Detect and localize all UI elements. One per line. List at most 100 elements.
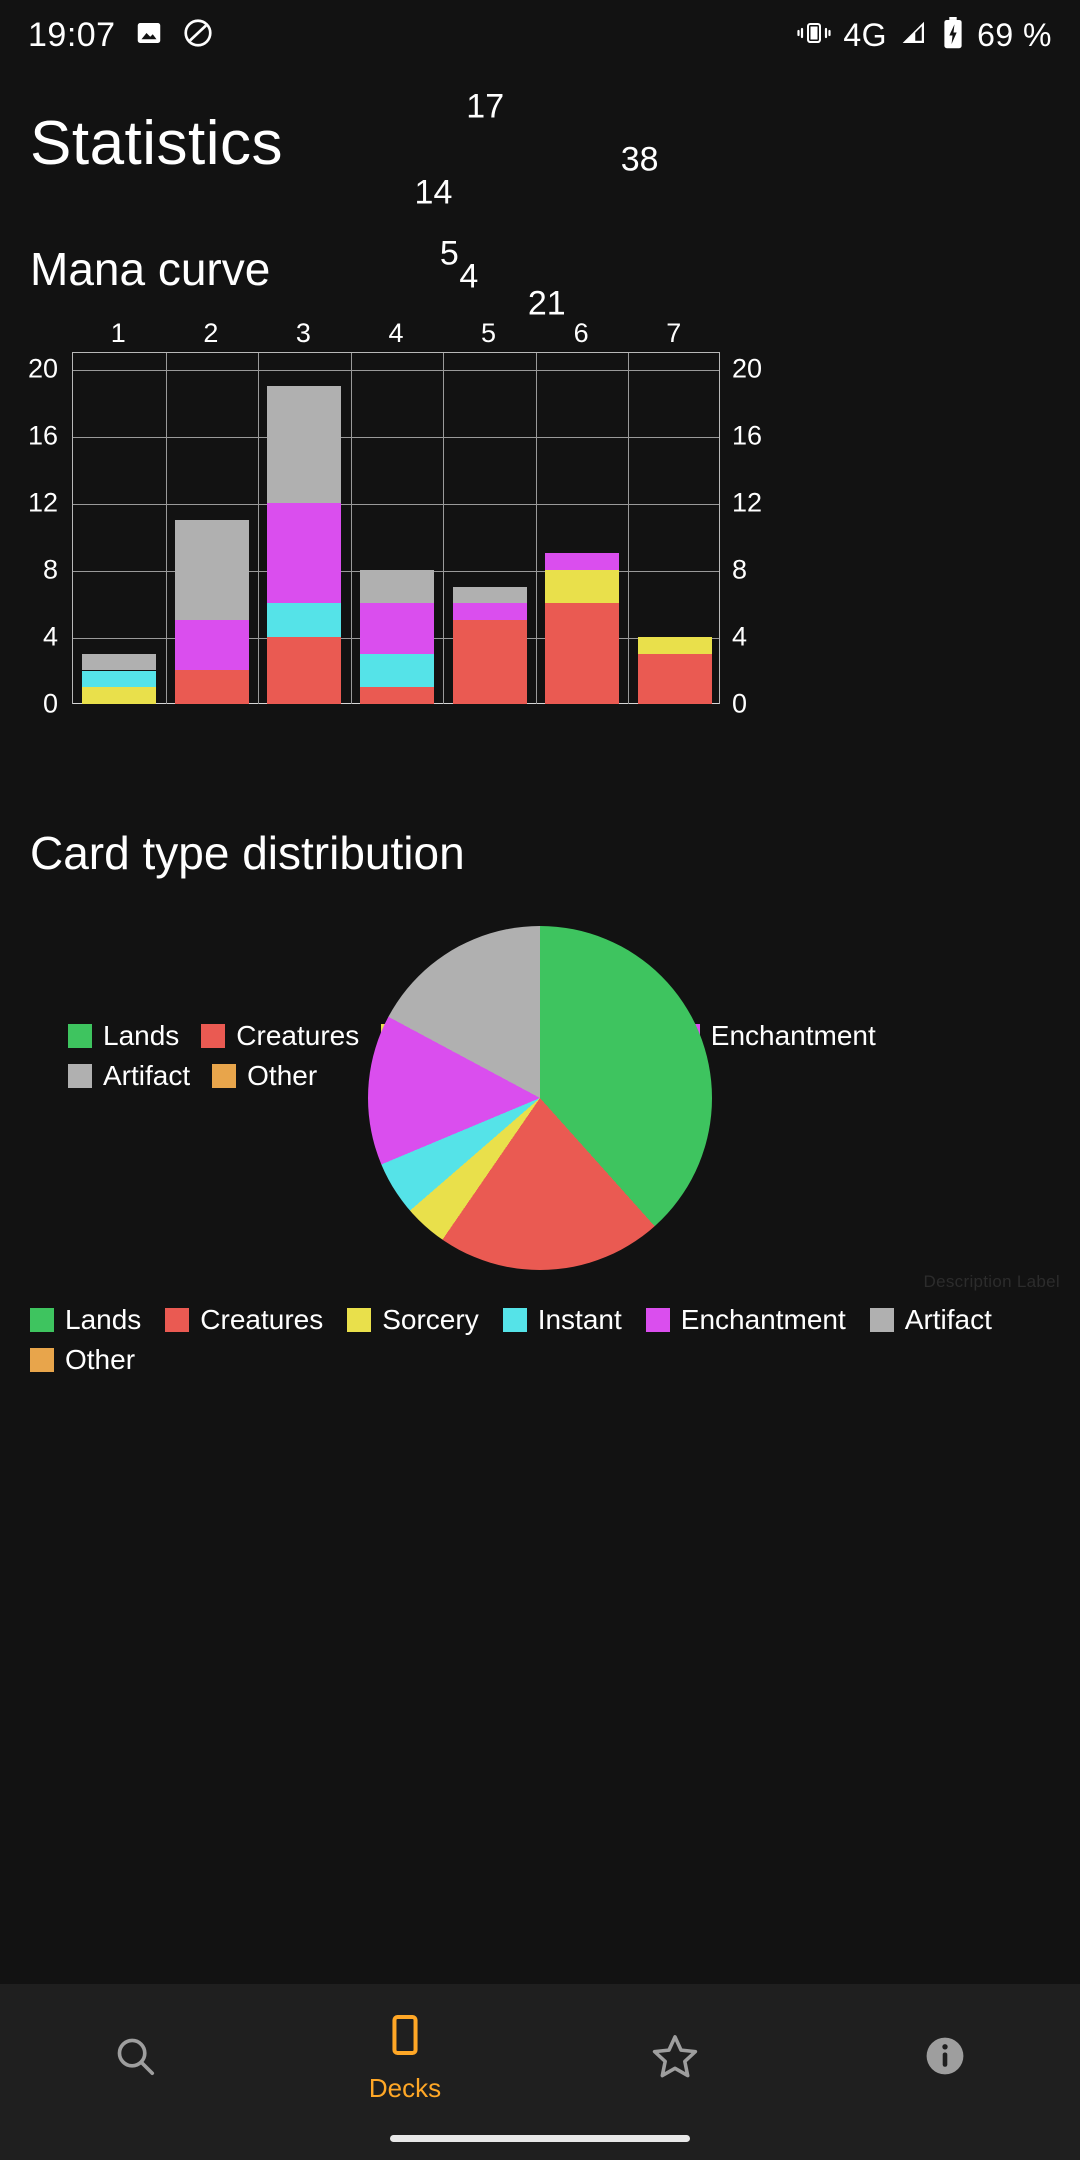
bar-chart-y-tick-label-left: 12: [27, 487, 58, 518]
legend-label: Instant: [537, 1304, 622, 1335]
decks-icon[interactable]: [382, 2012, 428, 2063]
legend-item[interactable]: Enchantment: [645, 1300, 846, 1340]
bar-chart-segment: [545, 603, 620, 704]
legend-swatch: [869, 1308, 894, 1332]
card-type-pie-chart: 38 21 4 5 14 17 Description Label: [0, 87, 1080, 1300]
mana-curve-chart: 1234567 0 4 8 12 16 20 0 4 8 12 16 20: [0, 318, 1080, 738]
legend-swatch: [165, 1308, 190, 1332]
bar-chart-bar[interactable]: [637, 636, 712, 704]
legend-item[interactable]: Lands: [30, 1300, 141, 1340]
bar-chart-y-tick-label-right: 4: [732, 621, 748, 652]
network-type-label: 4G: [843, 16, 888, 53]
bar-chart-segment: [267, 385, 342, 503]
bar-chart-gridline-v: [628, 353, 630, 704]
legend-swatch: [347, 1308, 372, 1332]
bar-chart-segment: [637, 636, 712, 654]
legend-swatch: [502, 1308, 527, 1332]
bar-chart-segment: [174, 670, 249, 704]
bar-chart-segment: [452, 603, 527, 621]
pie-slice-value: 4: [459, 257, 479, 296]
nav-item-decks[interactable]: Decks: [270, 1984, 540, 2114]
bar-chart-bar[interactable]: [82, 653, 157, 704]
info-icon[interactable]: [922, 2033, 968, 2084]
bar-chart-y-tick-label-right: 8: [732, 554, 748, 585]
legend-swatch: [30, 1348, 54, 1372]
pie-description-label: Description Label: [923, 1272, 1060, 1291]
legend-swatch: [30, 1308, 54, 1332]
bar-chart-gridline-v: [165, 353, 167, 704]
bar-chart-gridline-v: [350, 353, 352, 704]
bar-chart-segment: [545, 553, 620, 570]
search-icon[interactable]: [112, 2033, 158, 2084]
pie-graphic[interactable]: [368, 926, 712, 1270]
page-title: Statistics: [30, 109, 284, 178]
nav-item-favorites[interactable]: [540, 1984, 810, 2114]
bar-chart-y-tick-label-right: 0: [732, 688, 748, 719]
bar-chart-segment: [637, 653, 712, 704]
legend-item[interactable]: Other: [30, 1340, 135, 1380]
legend-item[interactable]: Artifact: [869, 1300, 992, 1340]
bar-chart-bar[interactable]: [267, 385, 342, 704]
star-icon[interactable]: [650, 2031, 700, 2086]
bar-chart-segment: [452, 620, 527, 704]
section-title-card-type: Card type distribution: [30, 827, 465, 879]
bar-chart-segment: [82, 670, 157, 688]
legend-label: Lands: [65, 1304, 142, 1335]
bar-chart-segment: [452, 586, 527, 604]
bar-chart-gridline-h: [73, 503, 719, 505]
bar-chart-x-tick-label: 3: [295, 318, 311, 348]
legend-label: Artifact: [904, 1304, 992, 1335]
bar-chart-segment: [174, 620, 249, 671]
nav-item-info[interactable]: [810, 1984, 1080, 2114]
pie-slice-value: 14: [414, 173, 453, 212]
bar-chart-y-tick-label-left: 8: [42, 554, 58, 585]
bar-chart-bar[interactable]: [174, 519, 249, 704]
vibrate-icon: [797, 19, 831, 52]
pie-slice-value: 5: [439, 234, 459, 273]
bar-chart-y-tick-label-right: 16: [732, 420, 763, 451]
legend-label: Other: [65, 1344, 136, 1375]
legend-item[interactable]: Sorcery: [347, 1300, 479, 1340]
bar-chart-gridline-h: [73, 436, 719, 438]
bar-chart-x-tick-label: 1: [110, 318, 126, 348]
do-not-disturb-icon: [182, 17, 214, 54]
battery-percent-label: 69 %: [977, 16, 1052, 53]
nav-item-search[interactable]: [0, 1984, 270, 2114]
bar-chart-gridline-v: [443, 353, 445, 704]
bar-chart-x-tick-label: 4: [388, 318, 404, 348]
bar-chart-y-tick-label-right: 20: [732, 353, 763, 384]
status-bar: 19:07 4G 69 %: [0, 0, 1080, 70]
legend-item[interactable]: Instant: [502, 1300, 622, 1340]
bar-chart-segment: [267, 603, 342, 637]
bar-chart-x-axis: 1 2 3 4 5 6 7: [72, 318, 720, 354]
nav-item-decks-label: Decks: [368, 2073, 442, 2103]
bar-chart-y-tick-label-left: 0: [42, 688, 58, 719]
legend-swatch: [645, 1308, 670, 1332]
section-title-mana-curve: Mana curve: [30, 243, 271, 295]
bar-chart-gridline-v: [535, 353, 537, 704]
bar-chart-segment: [267, 502, 342, 604]
bar-chart-bar[interactable]: [359, 569, 435, 704]
clock: 19:07: [28, 15, 116, 54]
legend-label: Creatures: [200, 1304, 324, 1335]
bar-chart-x-tick-label: 6: [573, 318, 589, 348]
image-icon: [134, 18, 164, 53]
bar-chart-segment: [359, 687, 435, 704]
bar-chart-x-tick-label: 7: [666, 318, 682, 348]
statistics-screen: 19:07 4G 69 % Statistics Mana curve 1 2 …: [0, 0, 1080, 2160]
bar-chart-plot-area: [72, 352, 720, 704]
bar-chart-segment: [174, 519, 249, 621]
bar-chart-segment: [359, 569, 435, 604]
bar-chart-y-tick-label-left: 16: [27, 420, 58, 451]
legend-label: Enchantment: [680, 1304, 846, 1335]
status-bar-right: 4G 69 %: [797, 16, 1052, 54]
bar-chart-y-tick-label-right: 12: [732, 487, 763, 518]
bar-chart-bar[interactable]: [452, 586, 527, 704]
bar-chart-bar[interactable]: [545, 553, 620, 704]
pie-slice-value: 17: [466, 87, 505, 126]
legend-item[interactable]: Creatures: [165, 1300, 323, 1340]
legend-label: Sorcery: [382, 1304, 479, 1335]
pie-slice-value: 21: [527, 284, 566, 323]
bar-chart-x-tick-label: 2: [203, 318, 219, 348]
status-bar-left: 19:07: [28, 16, 214, 55]
